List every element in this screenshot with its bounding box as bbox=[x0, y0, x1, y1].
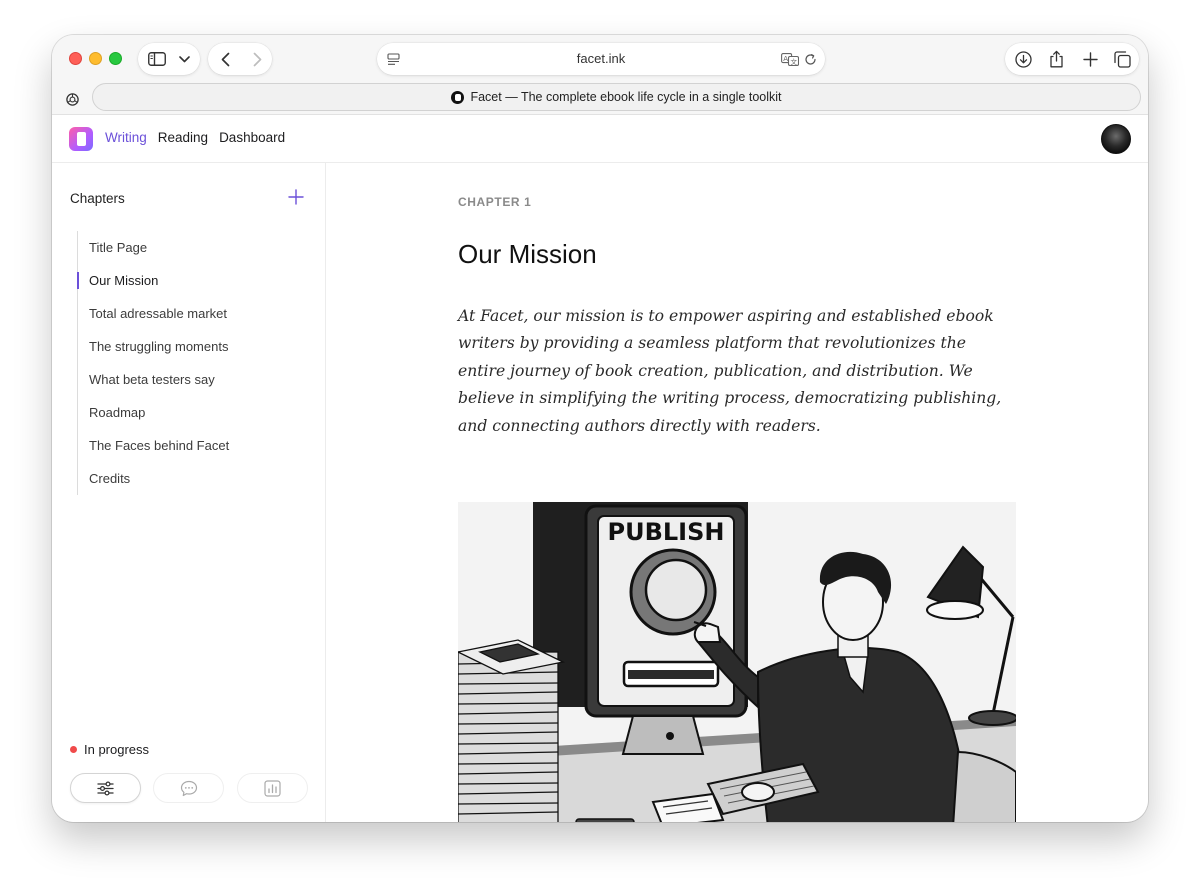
sidebar-toggle-group bbox=[138, 43, 200, 75]
app-header: Writing Reading Dashboard bbox=[52, 115, 1148, 163]
add-chapter-button[interactable] bbox=[286, 187, 306, 207]
chevron-down-icon[interactable] bbox=[176, 52, 192, 66]
main-nav: Writing Reading Dashboard bbox=[105, 130, 285, 145]
chapter-item-total-adressable-market[interactable]: Total adressable market bbox=[78, 297, 317, 330]
chapter-item-what-beta-testers-say[interactable]: What beta testers say bbox=[78, 363, 317, 396]
close-window-button[interactable] bbox=[69, 52, 82, 65]
editor-content: CHAPTER 1 Our Mission At Facet, our miss… bbox=[327, 163, 1148, 822]
chapter-list: Title Page Our Mission Total adressable … bbox=[77, 231, 317, 495]
publish-sign-text: PUBLISH bbox=[608, 518, 725, 546]
plus-icon bbox=[288, 189, 304, 205]
chapter-item-credits[interactable]: Credits bbox=[78, 462, 317, 495]
chart-icon bbox=[264, 779, 281, 797]
zoom-window-button[interactable] bbox=[109, 52, 122, 65]
url-text: facet.ink bbox=[576, 51, 626, 66]
svg-text:文: 文 bbox=[791, 57, 798, 66]
openai-icon[interactable] bbox=[62, 89, 82, 109]
svg-text:A: A bbox=[783, 55, 788, 63]
nav-dashboard[interactable]: Dashboard bbox=[219, 130, 285, 145]
status-indicator: In progress bbox=[70, 742, 149, 757]
sidebar-toggle-icon[interactable] bbox=[147, 50, 167, 68]
tab-title: Facet — The complete ebook life cycle in… bbox=[470, 90, 782, 104]
translate-icon[interactable]: A文 bbox=[780, 51, 800, 67]
status-label: In progress bbox=[84, 742, 150, 757]
chapter-label: CHAPTER 1 bbox=[458, 195, 532, 209]
chapter-item-title-page[interactable]: Title Page bbox=[78, 231, 317, 264]
reload-icon[interactable] bbox=[802, 51, 818, 67]
chapters-sidebar: Chapters Title Page Our Mission Total ad… bbox=[52, 163, 326, 822]
chapter-item-roadmap[interactable]: Roadmap bbox=[78, 396, 317, 429]
plus-icon[interactable] bbox=[1080, 49, 1100, 69]
download-icon[interactable] bbox=[1013, 49, 1033, 69]
address-bar[interactable]: facet.ink A文 bbox=[377, 43, 825, 75]
publish-illustration: PUBLISH bbox=[458, 502, 1016, 822]
sliders-icon bbox=[97, 780, 114, 796]
settings-tab-button[interactable] bbox=[70, 773, 141, 803]
chapter-body-text[interactable]: At Facet, our mission is to empower aspi… bbox=[458, 303, 1018, 440]
status-dot bbox=[70, 746, 77, 753]
chapter-item-faces-behind-facet[interactable]: The Faces behind Facet bbox=[78, 429, 317, 462]
toolbar-actions bbox=[1005, 43, 1139, 75]
chapter-item-our-mission[interactable]: Our Mission bbox=[77, 264, 317, 297]
chapter-title[interactable]: Our Mission bbox=[458, 239, 597, 270]
tab-facet[interactable]: Facet — The complete ebook life cycle in… bbox=[92, 83, 1141, 111]
chapter-item-the-struggling-moments[interactable]: The struggling moments bbox=[78, 330, 317, 363]
comments-tab-button[interactable] bbox=[153, 773, 224, 803]
facet-favicon-icon bbox=[451, 90, 465, 104]
nav-reading[interactable]: Reading bbox=[158, 130, 208, 145]
tab-bar: Facet — The complete ebook life cycle in… bbox=[52, 83, 1148, 115]
minimize-window-button[interactable] bbox=[89, 52, 102, 65]
avatar[interactable] bbox=[1101, 124, 1131, 154]
tabs-overview-icon[interactable] bbox=[1112, 49, 1132, 69]
history-nav-group bbox=[208, 43, 272, 75]
browser-window: facet.ink A文 Facet — The complete ebook … bbox=[52, 35, 1148, 822]
facet-logo[interactable] bbox=[69, 127, 93, 151]
browser-toolbar: facet.ink A文 bbox=[52, 35, 1148, 83]
chapters-title: Chapters bbox=[70, 191, 125, 206]
forward-icon[interactable] bbox=[248, 50, 266, 68]
stats-tab-button[interactable] bbox=[237, 773, 308, 803]
share-icon[interactable] bbox=[1046, 48, 1066, 69]
comment-icon bbox=[180, 780, 197, 796]
back-icon[interactable] bbox=[216, 50, 234, 68]
nav-writing[interactable]: Writing bbox=[105, 130, 147, 145]
